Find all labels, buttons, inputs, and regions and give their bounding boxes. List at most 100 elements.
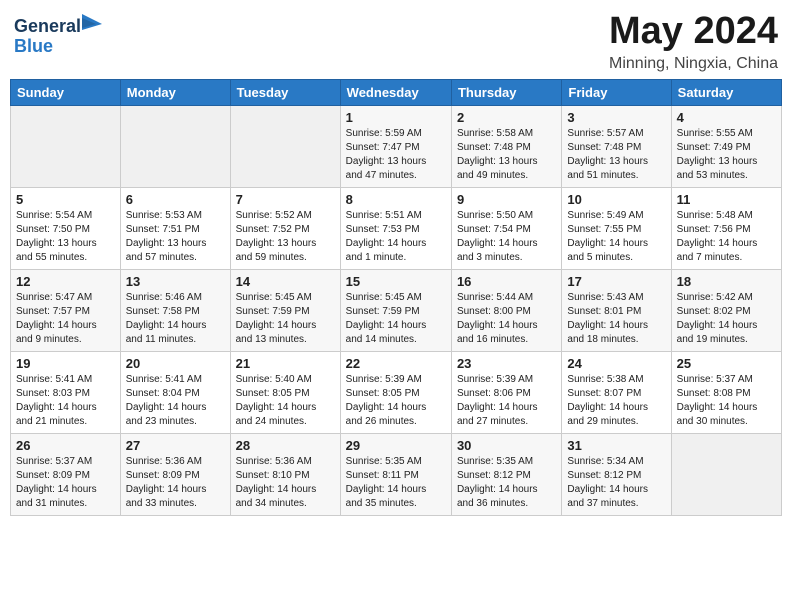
table-row <box>11 106 121 188</box>
day-number: 29 <box>346 438 446 453</box>
day-number: 18 <box>677 274 776 289</box>
day-number: 25 <box>677 356 776 371</box>
table-row: 5 Sunrise: 5:54 AMSunset: 7:50 PMDaylight… <box>11 188 121 270</box>
day-number: 31 <box>567 438 665 453</box>
table-row: 14 Sunrise: 5:45 AMSunset: 7:59 PMDayligh… <box>230 270 340 352</box>
day-info: Sunrise: 5:36 AMSunset: 8:09 PMDaylight:… <box>126 455 225 511</box>
calendar-week-row: 26 Sunrise: 5:37 AMSunset: 8:09 PMDayligh… <box>11 434 782 516</box>
day-info: Sunrise: 5:44 AMSunset: 8:00 PMDaylight:… <box>457 291 556 347</box>
table-row: 18 Sunrise: 5:42 AMSunset: 8:02 PMDayligh… <box>671 270 781 352</box>
table-row: 4Sunrise: 5:55 AMSunset: 7:49 PMDaylight… <box>671 106 781 188</box>
table-row: 8Sunrise: 5:51 AMSunset: 7:53 PMDaylight… <box>340 188 451 270</box>
day-number: 12 <box>16 274 115 289</box>
day-info: Sunrise: 5:46 AMSunset: 7:58 PMDaylight:… <box>126 291 225 347</box>
day-info: Sunrise: 5:50 AMSunset: 7:54 PMDaylight:… <box>457 209 556 265</box>
table-row <box>671 434 781 516</box>
day-number: 4 <box>677 110 776 125</box>
table-row: 6 Sunrise: 5:53 AMSunset: 7:51 PMDaylight… <box>120 188 230 270</box>
table-row: 9 Sunrise: 5:50 AMSunset: 7:54 PMDaylight… <box>451 188 561 270</box>
day-number: 19 <box>16 356 115 371</box>
table-row: 3 Sunrise: 5:57 AMSunset: 7:48 PMDaylight… <box>562 106 671 188</box>
svg-text:Blue: Blue <box>14 36 53 56</box>
table-row <box>230 106 340 188</box>
day-info: Sunrise: 5:53 AMSunset: 7:51 PMDaylight:… <box>126 209 225 265</box>
day-number: 14 <box>236 274 335 289</box>
table-row: 30 Sunrise: 5:35 AMSunset: 8:12 PMDayligh… <box>451 434 561 516</box>
day-number: 24 <box>567 356 665 371</box>
day-number: 16 <box>457 274 556 289</box>
day-info: Sunrise: 5:52 AMSunset: 7:52 PMDaylight:… <box>236 209 335 265</box>
table-row: 10 Sunrise: 5:49 AMSunset: 7:55 PMDayligh… <box>562 188 671 270</box>
table-row: 19Sunrise: 5:41 AMSunset: 8:03 PMDayligh… <box>11 352 121 434</box>
location: Minning, Ningxia, China <box>609 55 778 73</box>
day-number: 1 <box>346 110 446 125</box>
day-info: Sunrise: 5:37 AMSunset: 8:09 PMDaylight:… <box>16 455 115 511</box>
header-thursday: Thursday <box>451 80 561 106</box>
weekday-header-row: Sunday Monday Tuesday Wednesday Thursday… <box>11 80 782 106</box>
day-info: Sunrise: 5:51 AMSunset: 7:53 PMDaylight:… <box>346 209 446 265</box>
header-saturday: Saturday <box>671 80 781 106</box>
day-info: Sunrise: 5:38 AMSunset: 8:07 PMDaylight:… <box>567 373 665 429</box>
day-number: 7 <box>236 192 335 207</box>
day-number: 11 <box>677 192 776 207</box>
day-info: Sunrise: 5:35 AMSunset: 8:11 PMDaylight:… <box>346 455 446 511</box>
day-number: 2 <box>457 110 556 125</box>
table-row: 16 Sunrise: 5:44 AMSunset: 8:00 PMDayligh… <box>451 270 561 352</box>
day-info: Sunrise: 5:57 AMSunset: 7:48 PMDaylight:… <box>567 127 665 183</box>
day-info: Sunrise: 5:43 AMSunset: 8:01 PMDaylight:… <box>567 291 665 347</box>
day-info: Sunrise: 5:39 AMSunset: 8:06 PMDaylight:… <box>457 373 556 429</box>
month-year: May 2024 <box>609 10 778 53</box>
table-row: 31 Sunrise: 5:34 AMSunset: 8:12 PMDayligh… <box>562 434 671 516</box>
day-info: Sunrise: 5:45 AMSunset: 7:59 PMDaylight:… <box>346 291 446 347</box>
day-number: 27 <box>126 438 225 453</box>
calendar-week-row: 1 Sunrise: 5:59 AMSunset: 7:47 PMDaylight… <box>11 106 782 188</box>
day-info: Sunrise: 5:41 AMSunset: 8:04 PMDaylight:… <box>126 373 225 429</box>
calendar-week-row: 12 Sunrise: 5:47 AMSunset: 7:57 PMDayligh… <box>11 270 782 352</box>
page-header: General Blue May 2024 Minning, Ningxia, … <box>10 10 782 73</box>
day-number: 17 <box>567 274 665 289</box>
day-number: 28 <box>236 438 335 453</box>
calendar-table: Sunday Monday Tuesday Wednesday Thursday… <box>10 79 782 516</box>
day-number: 3 <box>567 110 665 125</box>
day-info: Sunrise: 5:36 AMSunset: 8:10 PMDaylight:… <box>236 455 335 511</box>
day-number: 30 <box>457 438 556 453</box>
day-number: 22 <box>346 356 446 371</box>
day-info: Sunrise: 5:45 AMSunset: 7:59 PMDaylight:… <box>236 291 335 347</box>
day-info: Sunrise: 5:42 AMSunset: 8:02 PMDaylight:… <box>677 291 776 347</box>
calendar-title: May 2024 Minning, Ningxia, China <box>609 10 778 73</box>
table-row <box>120 106 230 188</box>
day-info: Sunrise: 5:39 AMSunset: 8:05 PMDaylight:… <box>346 373 446 429</box>
table-row: 24 Sunrise: 5:38 AMSunset: 8:07 PMDayligh… <box>562 352 671 434</box>
day-number: 5 <box>16 192 115 207</box>
day-number: 21 <box>236 356 335 371</box>
day-info: Sunrise: 5:34 AMSunset: 8:12 PMDaylight:… <box>567 455 665 511</box>
day-number: 9 <box>457 192 556 207</box>
day-info: Sunrise: 5:48 AMSunset: 7:56 PMDaylight:… <box>677 209 776 265</box>
table-row: 11 Sunrise: 5:48 AMSunset: 7:56 PMDayligh… <box>671 188 781 270</box>
table-row: 27 Sunrise: 5:36 AMSunset: 8:09 PMDayligh… <box>120 434 230 516</box>
day-info: Sunrise: 5:47 AMSunset: 7:57 PMDaylight:… <box>16 291 115 347</box>
table-row: 22 Sunrise: 5:39 AMSunset: 8:05 PMDayligh… <box>340 352 451 434</box>
day-info: Sunrise: 5:58 AMSunset: 7:48 PMDaylight:… <box>457 127 556 183</box>
header-wednesday: Wednesday <box>340 80 451 106</box>
day-number: 10 <box>567 192 665 207</box>
table-row: 2 Sunrise: 5:58 AMSunset: 7:48 PMDaylight… <box>451 106 561 188</box>
day-info: Sunrise: 5:37 AMSunset: 8:08 PMDaylight:… <box>677 373 776 429</box>
table-row: 20Sunrise: 5:41 AMSunset: 8:04 PMDayligh… <box>120 352 230 434</box>
table-row: 7 Sunrise: 5:52 AMSunset: 7:52 PMDaylight… <box>230 188 340 270</box>
day-number: 6 <box>126 192 225 207</box>
table-row: 23Sunrise: 5:39 AMSunset: 8:06 PMDayligh… <box>451 352 561 434</box>
logo: General Blue <box>14 10 102 62</box>
day-info: Sunrise: 5:35 AMSunset: 8:12 PMDaylight:… <box>457 455 556 511</box>
day-info: Sunrise: 5:59 AMSunset: 7:47 PMDaylight:… <box>346 127 446 183</box>
calendar-week-row: 5 Sunrise: 5:54 AMSunset: 7:50 PMDaylight… <box>11 188 782 270</box>
day-info: Sunrise: 5:49 AMSunset: 7:55 PMDaylight:… <box>567 209 665 265</box>
table-row: 26 Sunrise: 5:37 AMSunset: 8:09 PMDayligh… <box>11 434 121 516</box>
table-row: 28 Sunrise: 5:36 AMSunset: 8:10 PMDayligh… <box>230 434 340 516</box>
day-number: 26 <box>16 438 115 453</box>
day-info: Sunrise: 5:54 AMSunset: 7:50 PMDaylight:… <box>16 209 115 265</box>
header-sunday: Sunday <box>11 80 121 106</box>
table-row: 13Sunrise: 5:46 AMSunset: 7:58 PMDayligh… <box>120 270 230 352</box>
header-monday: Monday <box>120 80 230 106</box>
table-row: 29 Sunrise: 5:35 AMSunset: 8:11 PMDayligh… <box>340 434 451 516</box>
